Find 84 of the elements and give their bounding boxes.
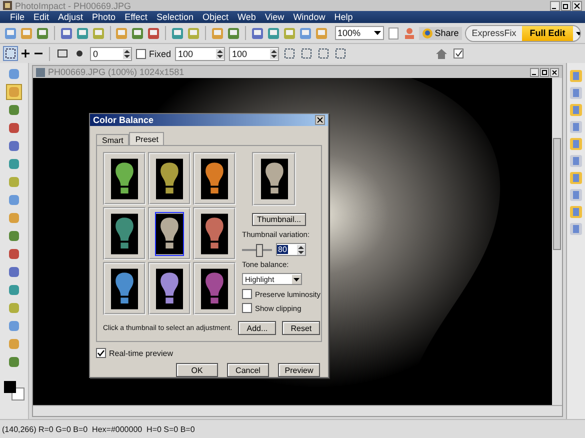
menu-item[interactable]: View bbox=[264, 12, 284, 22]
checkmark-icon bbox=[97, 349, 105, 357]
spin-arrows-icon[interactable] bbox=[270, 48, 278, 58]
app-icon bbox=[3, 1, 12, 10]
bulb-thumbnail[interactable] bbox=[193, 262, 236, 315]
spin-arrows-icon[interactable] bbox=[216, 48, 224, 58]
selection-tool-icon[interactable] bbox=[334, 47, 348, 60]
selection-mode-icon[interactable] bbox=[4, 47, 17, 60]
panel-icon[interactable] bbox=[569, 205, 583, 219]
share-button[interactable]: Share bbox=[418, 26, 462, 40]
minus-icon[interactable] bbox=[34, 52, 43, 55]
vertical-scrollbar[interactable] bbox=[552, 78, 562, 405]
spin-arrows-icon[interactable] bbox=[123, 48, 131, 58]
panel-icon[interactable] bbox=[569, 171, 583, 185]
minimize-icon[interactable] bbox=[530, 68, 539, 76]
plus-icon[interactable] bbox=[21, 49, 30, 58]
variation-field[interactable]: 80 bbox=[276, 243, 306, 256]
menu-item[interactable]: Adjust bbox=[58, 12, 84, 22]
mode-tab[interactable]: Full Edit bbox=[522, 26, 573, 40]
selection-tool-icon[interactable] bbox=[283, 47, 296, 60]
panel-icon[interactable] bbox=[569, 69, 583, 83]
spin-arrows-icon[interactable] bbox=[297, 244, 305, 254]
panel-icon[interactable] bbox=[569, 86, 583, 100]
dialog-title: Color Balance bbox=[93, 115, 154, 125]
bulb-thumbnail[interactable] bbox=[103, 152, 146, 205]
caret-icon bbox=[292, 274, 301, 284]
bulb-icon bbox=[265, 162, 283, 194]
add-button[interactable]: Add... bbox=[238, 321, 276, 335]
fixed-checkbox[interactable]: Fixed bbox=[136, 48, 172, 58]
width-field[interactable]: 100 bbox=[175, 46, 226, 60]
zoom-combo[interactable]: 100% bbox=[334, 26, 384, 40]
bulb-thumbnail[interactable] bbox=[193, 207, 236, 260]
close-icon[interactable] bbox=[572, 0, 582, 10]
height-field[interactable]: 100 bbox=[229, 46, 280, 60]
bulb-thumbnail[interactable] bbox=[148, 262, 191, 315]
tab[interactable]: Smart bbox=[96, 134, 130, 145]
menu-item[interactable]: File bbox=[10, 12, 25, 22]
dialog-button[interactable]: Cancel bbox=[227, 363, 269, 377]
realtime-checkbox[interactable]: Real-time preview bbox=[96, 348, 322, 358]
panel-icon[interactable] bbox=[569, 222, 583, 236]
panel-icon[interactable] bbox=[569, 154, 583, 168]
restore-icon[interactable] bbox=[561, 0, 571, 10]
menu-item[interactable]: Photo bbox=[92, 12, 116, 22]
bulb-thumbnail[interactable] bbox=[103, 262, 146, 315]
menu-item[interactable]: Window bbox=[293, 12, 326, 22]
menu-item[interactable]: Selection bbox=[156, 12, 194, 22]
close-icon[interactable] bbox=[550, 68, 559, 76]
close-icon[interactable] bbox=[315, 115, 325, 125]
panel-icon[interactable] bbox=[569, 103, 583, 117]
rectangle-icon[interactable] bbox=[56, 47, 69, 60]
menu-item[interactable]: Object bbox=[202, 12, 228, 22]
menu-item[interactable]: Effect bbox=[124, 12, 148, 22]
page-icon[interactable] bbox=[386, 26, 400, 40]
panel-icon[interactable] bbox=[569, 188, 583, 202]
person-icon[interactable] bbox=[402, 26, 416, 40]
minimize-icon[interactable] bbox=[550, 0, 560, 10]
panel-icon[interactable] bbox=[569, 120, 583, 134]
number-field[interactable]: 0 bbox=[90, 46, 132, 60]
tab[interactable]: Preset bbox=[129, 132, 164, 145]
selection-tool-icon[interactable] bbox=[300, 47, 314, 60]
bulb-thumbnail[interactable] bbox=[103, 207, 146, 260]
bulb-thumbnail[interactable] bbox=[193, 152, 236, 205]
bulb-thumbnail[interactable] bbox=[148, 207, 191, 260]
menu-item[interactable]: Edit bbox=[34, 12, 50, 22]
dialog-button[interactable]: Preview bbox=[278, 363, 320, 377]
bulb-thumbnail[interactable] bbox=[148, 152, 191, 205]
panel-icon[interactable] bbox=[569, 137, 583, 151]
maximize-icon[interactable] bbox=[540, 68, 549, 76]
menu-item[interactable]: Help bbox=[334, 12, 353, 22]
reset-button[interactable]: Reset bbox=[282, 321, 320, 335]
dialog-button[interactable]: OK bbox=[176, 363, 218, 377]
document-title: PH00669.JPG (100%) 1024x1581 bbox=[48, 67, 184, 77]
thumbnail-button[interactable]: Thumbnail... bbox=[252, 213, 306, 226]
caret-icon bbox=[374, 30, 381, 36]
image-icon bbox=[36, 68, 45, 76]
selection-tool-icon[interactable] bbox=[317, 47, 330, 60]
menu-item[interactable]: Web bbox=[237, 12, 256, 22]
status-text: (140,266) R=0 G=0 B=0 Hex=#000000 H=0 S=0 B=0 bbox=[2, 424, 195, 434]
variation-slider[interactable] bbox=[242, 244, 272, 256]
checkbox-icon[interactable] bbox=[452, 47, 466, 60]
share-icon bbox=[422, 28, 433, 38]
color-swatch-icon[interactable] bbox=[2, 379, 26, 401]
window-title: PhotoImpact - PH00669.JPG bbox=[15, 0, 132, 10]
horizontal-scrollbar[interactable] bbox=[33, 405, 562, 416]
